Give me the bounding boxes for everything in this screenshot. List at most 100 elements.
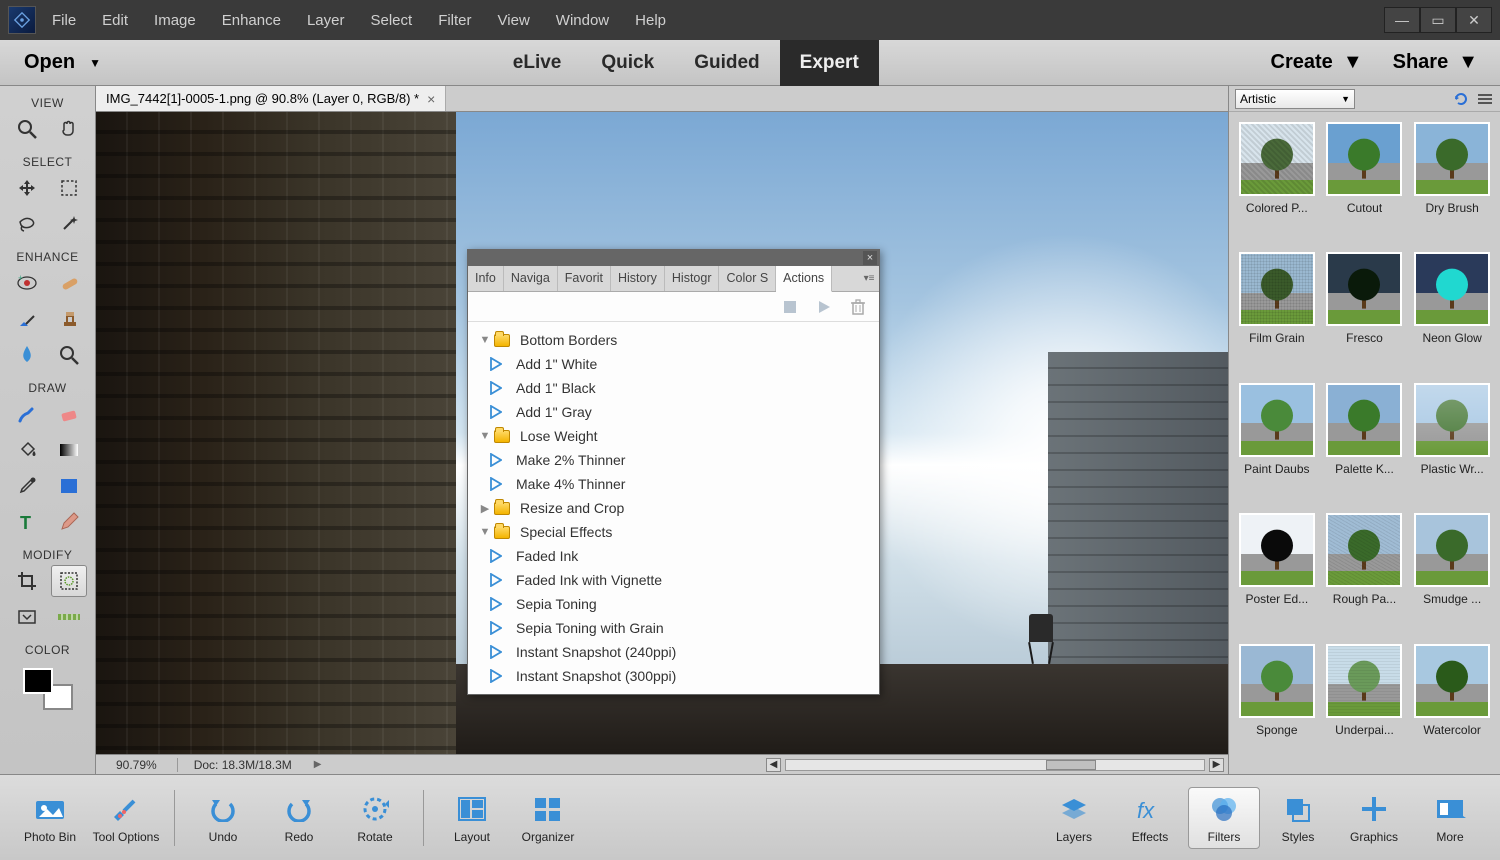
disclosure-icon[interactable]: ▶ <box>476 502 494 515</box>
document-tab[interactable]: IMG_7442[1]-0005-1.png @ 90.8% (Layer 0,… <box>96 86 446 111</box>
disclosure-icon[interactable]: ▼ <box>476 334 494 346</box>
bottombar-styles[interactable]: Styles <box>1260 792 1336 844</box>
menu-window[interactable]: Window <box>556 12 609 29</box>
play-action-icon[interactable] <box>815 298 833 316</box>
action-folder[interactable]: ▼Special Effects <box>468 520 879 544</box>
filter-fresco[interactable]: Fresco <box>1325 252 1405 372</box>
mode-expert[interactable]: Expert <box>780 40 879 86</box>
menu-edit[interactable]: Edit <box>102 12 128 29</box>
foreground-color[interactable] <box>23 668 53 694</box>
panel-tab-color-s[interactable]: Color S <box>719 266 776 291</box>
eyedropper-tool[interactable] <box>9 470 45 502</box>
action-folder[interactable]: ▼Lose Weight <box>468 424 879 448</box>
clone-stamp-tool[interactable] <box>51 303 87 335</box>
filter-neon[interactable]: Neon Glow <box>1412 252 1492 372</box>
create-button[interactable]: Create ▼ <box>1271 51 1363 74</box>
bottombar-filters[interactable]: Filters <box>1188 787 1260 849</box>
action-item[interactable]: Faded Ink <box>468 544 879 568</box>
share-button[interactable]: Share ▼ <box>1393 51 1478 74</box>
action-item[interactable]: Sepia Toning <box>468 592 879 616</box>
window-maximize[interactable]: ▭ <box>1420 7 1456 33</box>
filter-sponge[interactable]: Sponge <box>1237 644 1317 764</box>
filter-watercolor[interactable]: Watercolor <box>1412 644 1492 764</box>
mode-quick[interactable]: Quick <box>581 40 674 86</box>
menu-image[interactable]: Image <box>154 12 196 29</box>
action-item[interactable]: Faded Ink with Vignette <box>468 568 879 592</box>
text-tool[interactable]: T <box>9 506 45 538</box>
crop-tool[interactable] <box>9 565 45 597</box>
filter-daubs[interactable]: Paint Daubs <box>1237 383 1317 503</box>
action-folder[interactable]: ▶Resize and Crop <box>468 496 879 520</box>
filter-cutout[interactable]: Cutout <box>1325 122 1405 242</box>
panel-tab-history[interactable]: History <box>611 266 665 291</box>
stop-action-icon[interactable] <box>781 298 799 316</box>
action-folder[interactable]: ▼Bottom Borders <box>468 328 879 352</box>
move-tool[interactable] <box>9 172 45 204</box>
scrollbar-thumb[interactable] <box>1046 760 1096 770</box>
menu-select[interactable]: Select <box>370 12 412 29</box>
panel-tab-favorit[interactable]: Favorit <box>558 266 611 291</box>
bottombar-effects[interactable]: fxEffects <box>1112 792 1188 844</box>
bottombar-redo[interactable]: Redo <box>261 792 337 844</box>
action-item[interactable]: Instant Snapshot (300ppi) <box>468 664 879 688</box>
brush-tool[interactable] <box>9 398 45 430</box>
close-icon[interactable]: × <box>863 251 877 265</box>
filter-underpaint[interactable]: Underpai... <box>1325 644 1405 764</box>
filter-plastic[interactable]: Plastic Wr... <box>1412 383 1492 503</box>
spot-heal-tool[interactable] <box>51 267 87 299</box>
filter-rough[interactable]: Rough Pa... <box>1325 513 1405 633</box>
scroll-left[interactable]: ◀ <box>766 758 781 772</box>
menu-file[interactable]: File <box>52 12 76 29</box>
bottombar-organizer[interactable]: Organizer <box>510 792 586 844</box>
close-icon[interactable]: × <box>427 91 435 107</box>
filter-grain[interactable]: Film Grain <box>1237 252 1317 372</box>
color-swatch[interactable] <box>23 668 73 710</box>
panel-tab-naviga[interactable]: Naviga <box>504 266 558 291</box>
scroll-right[interactable]: ▶ <box>1209 758 1224 772</box>
filter-pencil[interactable]: Colored P... <box>1237 122 1317 242</box>
menu-enhance[interactable]: Enhance <box>222 12 281 29</box>
pencil-tool[interactable] <box>51 506 87 538</box>
menu-help[interactable]: Help <box>635 12 666 29</box>
panel-tab-info[interactable]: Info <box>468 266 504 291</box>
disclosure-icon[interactable]: ▼ <box>476 430 494 442</box>
action-item[interactable]: Add 1" White <box>468 352 879 376</box>
paint-bucket-tool[interactable] <box>9 434 45 466</box>
straighten-tool[interactable] <box>51 601 87 633</box>
filter-palette[interactable]: Palette K... <box>1325 383 1405 503</box>
action-item[interactable]: Instant Snapshot (240ppi) <box>468 640 879 664</box>
action-item[interactable]: Add 1" Black <box>468 376 879 400</box>
eraser-tool[interactable] <box>51 398 87 430</box>
redeye-tool[interactable]: + <box>9 267 45 299</box>
bottombar-layout[interactable]: Layout <box>434 792 510 844</box>
menu-filter[interactable]: Filter <box>438 12 471 29</box>
bottombar-graphics[interactable]: Graphics <box>1336 792 1412 844</box>
panel-menu-icon[interactable]: ▾≡ <box>859 266 879 291</box>
bottombar-layers[interactable]: Layers <box>1036 792 1112 844</box>
reset-icon[interactable] <box>1452 90 1470 108</box>
window-minimize[interactable]: — <box>1384 7 1420 33</box>
magic-wand-tool[interactable] <box>51 208 87 240</box>
window-close[interactable]: ✕ <box>1456 7 1492 33</box>
open-button[interactable]: Open ▼ <box>24 51 101 74</box>
panel-tab-histogr[interactable]: Histogr <box>665 266 720 291</box>
zoom-tool[interactable] <box>9 113 45 145</box>
filter-drybrush[interactable]: Dry Brush <box>1412 122 1492 242</box>
mode-elive[interactable]: eLive <box>493 40 582 86</box>
hand-tool[interactable] <box>51 113 87 145</box>
filter-category-select[interactable]: Artistic ▼ <box>1235 89 1355 109</box>
bottombar-rotate[interactable]: Rotate <box>337 792 413 844</box>
trash-icon[interactable] <box>849 298 867 316</box>
sponge-tool[interactable] <box>51 339 87 371</box>
action-item[interactable]: Make 2% Thinner <box>468 448 879 472</box>
panel-tab-actions[interactable]: Actions <box>776 266 832 292</box>
shape-tool[interactable] <box>51 470 87 502</box>
filter-poster[interactable]: Poster Ed... <box>1237 513 1317 633</box>
gradient-tool[interactable] <box>51 434 87 466</box>
recompose-tool[interactable] <box>51 565 87 597</box>
menu-layer[interactable]: Layer <box>307 12 345 29</box>
mode-guided[interactable]: Guided <box>674 40 779 86</box>
bottombar-undo[interactable]: Undo <box>185 792 261 844</box>
lasso-tool[interactable] <box>9 208 45 240</box>
bottombar-more[interactable]: More <box>1412 792 1488 844</box>
